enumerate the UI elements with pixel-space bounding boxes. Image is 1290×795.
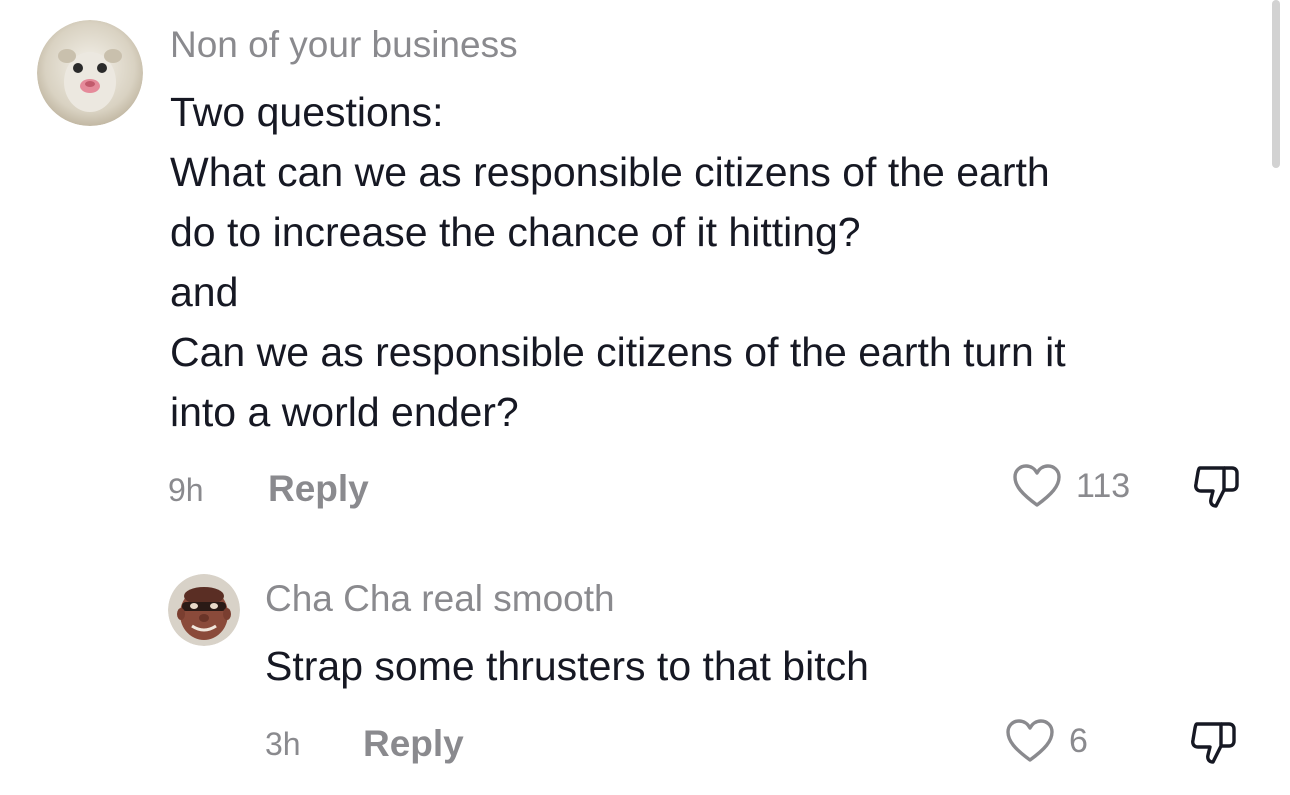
- like-count: 6: [1069, 721, 1088, 760]
- dislike-button[interactable]: [1189, 718, 1239, 768]
- reply-username[interactable]: Cha Cha real smooth: [265, 578, 615, 620]
- heart-outline-icon: [1006, 719, 1054, 762]
- reply-text: Strap some thrusters to that bitch: [265, 643, 869, 689]
- comment-text: Two questions: What can we as responsibl…: [170, 82, 1066, 442]
- comment-line: Two questions:: [170, 89, 444, 135]
- comment-line: What can we as responsible citizens of t…: [170, 149, 1050, 195]
- like-count: 113: [1076, 466, 1131, 505]
- thumbs-down-icon: [1194, 466, 1239, 508]
- heart-outline-icon: [1013, 464, 1061, 507]
- reply-button[interactable]: Reply: [268, 468, 369, 510]
- reply-timestamp: 3h: [265, 726, 301, 762]
- comment-username[interactable]: Non of your business: [170, 24, 518, 66]
- avatar[interactable]: [37, 20, 143, 126]
- avatar[interactable]: [168, 574, 240, 646]
- opossum-avatar-icon: [37, 20, 143, 126]
- thumbs-down-icon: [1191, 722, 1236, 764]
- comment-timestamp: 9h: [168, 472, 204, 508]
- comment-line: into a world ender?: [170, 389, 519, 435]
- comment-line: Can we as responsible citizens of the ea…: [170, 329, 1066, 375]
- dislike-button[interactable]: [1192, 462, 1242, 512]
- comments-panel: Non of your business Two questions: What…: [0, 0, 1290, 795]
- comment-line: do to increase the chance of it hitting?: [170, 209, 861, 255]
- like-button[interactable]: 113: [1012, 463, 1130, 509]
- scrollbar-thumb[interactable]: [1272, 0, 1280, 168]
- comment-line: and: [170, 269, 239, 315]
- like-button[interactable]: 6: [1005, 718, 1088, 764]
- reply-button[interactable]: Reply: [363, 723, 464, 765]
- masked-face-avatar-icon: [168, 574, 240, 646]
